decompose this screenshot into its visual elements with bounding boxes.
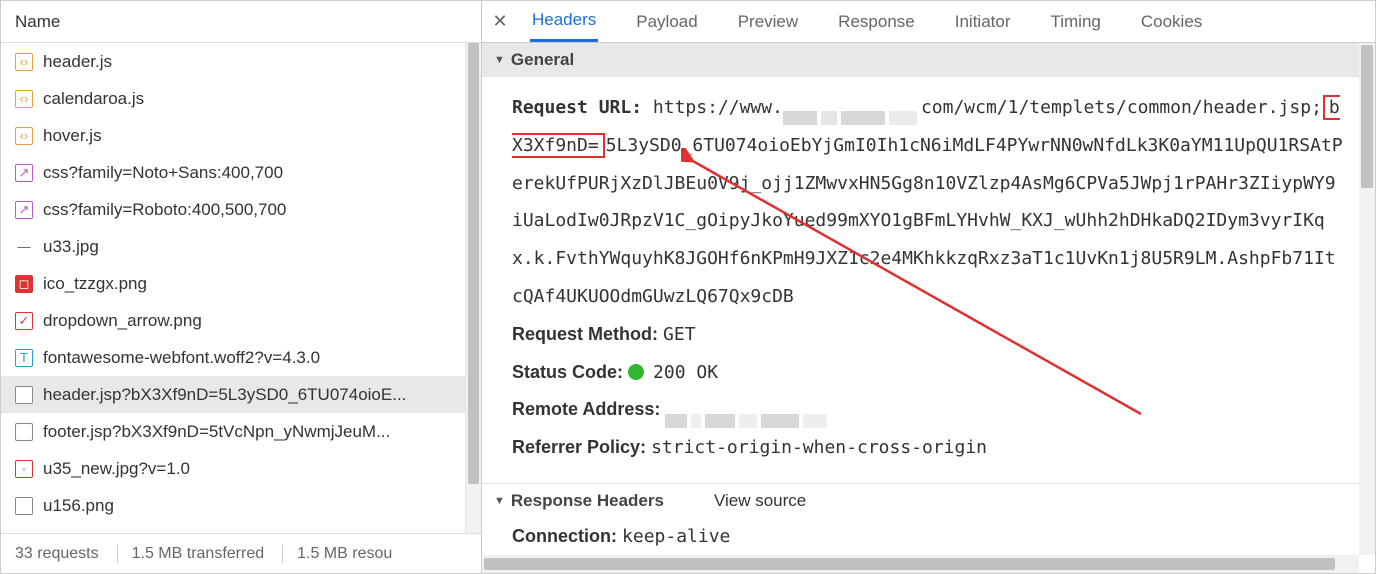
status-code-value: 200 OK <box>653 362 718 383</box>
thumb-file-icon: ▫ <box>15 460 33 478</box>
css-file-icon: ↗ <box>15 201 33 219</box>
file-name: css?family=Roboto:400,500,700 <box>43 200 286 220</box>
red-file-icon: ◻ <box>15 275 33 293</box>
tab-response[interactable]: Response <box>836 1 917 42</box>
remote-address-row: Remote Address: <box>512 391 1345 429</box>
right-scrollbar[interactable] <box>1359 43 1375 555</box>
tab-preview[interactable]: Preview <box>736 1 800 42</box>
left-scrollbar-thumb[interactable] <box>468 43 479 484</box>
transferred-size: 1.5 MB transferred <box>117 545 265 563</box>
font-file-icon: T <box>15 349 33 367</box>
request-method-value: GET <box>663 324 696 345</box>
file-item[interactable]: Tfontawesome-webfont.woff2?v=4.3.0 <box>1 339 481 376</box>
status-dot-icon <box>628 364 644 380</box>
file-name: header.jsp?bX3Xf9nD=5L3ySD0_6TU074oioE..… <box>43 385 406 405</box>
triangle-down-icon: ▼ <box>494 495 505 507</box>
request-method-label: Request Method: <box>512 324 658 344</box>
general-title: General <box>511 50 574 70</box>
url-mid: com/wcm/1/templets/common/header.jsp <box>921 97 1311 118</box>
file-item[interactable]: ‹› calendaroa.js <box>1 80 481 117</box>
detail-body: ▼ General Request URL: https://www. com/w… <box>482 43 1375 573</box>
file-name: css?family=Noto+Sans:400,700 <box>43 163 283 183</box>
status-code-label: Status Code: <box>512 362 623 382</box>
name-column-header[interactable]: Name <box>1 1 481 43</box>
tab-cookies[interactable]: Cookies <box>1139 1 1204 42</box>
doc-file-icon <box>15 386 33 404</box>
triangle-down-icon: ▼ <box>494 54 505 66</box>
js-file-icon: ‹› <box>15 53 33 71</box>
file-item[interactable]: u156.png <box>1 487 481 524</box>
file-item[interactable]: ✓ dropdown_arrow.png <box>1 302 481 339</box>
close-icon[interactable]: ✕ <box>490 12 510 32</box>
doc-file-icon <box>15 423 33 441</box>
horizontal-scrollbar[interactable] <box>482 555 1359 573</box>
check-file-icon: ✓ <box>15 312 33 330</box>
general-section-header[interactable]: ▼ General <box>482 43 1375 77</box>
file-name: dropdown_arrow.png <box>43 311 202 331</box>
request-detail-panel: ✕ Headers Payload Preview Response Initiator… <box>482 1 1375 573</box>
horizontal-scrollbar-thumb[interactable] <box>484 558 1335 570</box>
connection-value: keep-alive <box>622 526 730 547</box>
css-file-icon: ↗ <box>15 164 33 182</box>
detail-tabs: ✕ Headers Payload Preview Response Initiator… <box>482 1 1375 43</box>
file-item[interactable]: ‹› hover.js <box>1 117 481 154</box>
file-name: ico_tzzgx.png <box>43 274 147 294</box>
tab-timing[interactable]: Timing <box>1048 1 1102 42</box>
network-footer-summary: 33 requests 1.5 MB transferred 1.5 MB re… <box>1 533 481 573</box>
file-item[interactable]: ↗ css?family=Roboto:400,500,700 <box>1 191 481 228</box>
file-name: header.js <box>43 52 112 72</box>
file-name: calendaroa.js <box>43 89 144 109</box>
left-scrollbar[interactable] <box>465 43 481 533</box>
file-item[interactable]: ◻ ico_tzzgx.png <box>1 265 481 302</box>
request-method-row: Request Method: GET <box>512 316 1345 354</box>
file-name: u156.png <box>43 496 114 516</box>
js-file-icon: ‹› <box>15 90 33 108</box>
js-file-icon: ‹› <box>15 127 33 145</box>
status-code-row: Status Code: 200 OK <box>512 354 1345 392</box>
requests-count: 33 requests <box>15 545 99 563</box>
url-sep: ; <box>1311 97 1322 118</box>
file-name: hover.js <box>43 126 102 146</box>
redacted-host <box>783 99 921 117</box>
url-param-value: 5L3ySD0_6TU074oioEbYjGmI0Ih1cN6iMdLF4PYw… <box>512 135 1343 307</box>
connection-label: Connection: <box>512 526 617 546</box>
file-name: fontawesome-webfont.woff2?v=4.3.0 <box>43 348 320 368</box>
resources-size: 1.5 MB resou <box>282 545 392 563</box>
file-item[interactable]: ↗ css?family=Noto+Sans:400,700 <box>1 154 481 191</box>
general-section-content: Request URL: https://www. com/wcm/1/templ… <box>482 77 1375 483</box>
file-name: u35_new.jpg?v=1.0 <box>43 459 190 479</box>
network-file-list-panel: Name ‹› header.js ‹› calendaroa.js ‹› hover.j… <box>1 1 482 573</box>
tab-payload[interactable]: Payload <box>634 1 699 42</box>
tab-initiator[interactable]: Initiator <box>953 1 1013 42</box>
remote-address-label: Remote Address: <box>512 399 660 419</box>
file-name: footer.jsp?bX3Xf9nD=5tVcNpn_yNwmjJeuM... <box>43 422 390 442</box>
dash-file-icon: — <box>15 238 33 256</box>
tab-headers[interactable]: Headers <box>530 1 598 42</box>
file-item[interactable]: ▫ u35_new.jpg?v=1.0 <box>1 450 481 487</box>
view-source-link[interactable]: View source <box>714 491 806 511</box>
referrer-policy-row: Referrer Policy: strict-origin-when-cros… <box>512 429 1345 467</box>
file-item[interactable]: footer.jsp?bX3Xf9nD=5tVcNpn_yNwmjJeuM... <box>1 413 481 450</box>
file-item[interactable]: ‹› header.js <box>1 43 481 80</box>
redacted-remote-address <box>665 402 831 420</box>
request-url-label: Request URL: <box>512 97 642 118</box>
file-item[interactable]: header.jsp?bX3Xf9nD=5L3ySD0_6TU074oioE..… <box>1 376 481 413</box>
file-item[interactable]: — u33.jpg <box>1 228 481 265</box>
referrer-policy-value: strict-origin-when-cross-origin <box>651 437 987 458</box>
right-scrollbar-thumb[interactable] <box>1361 45 1373 188</box>
referrer-policy-label: Referrer Policy: <box>512 437 646 457</box>
response-headers-section-header[interactable]: ▼ Response Headers View source <box>482 483 1375 518</box>
request-url-row: Request URL: https://www. com/wcm/1/templ… <box>512 89 1345 316</box>
connection-row: Connection: keep-alive <box>512 518 1345 556</box>
blank-file-icon <box>15 497 33 515</box>
response-headers-title: Response Headers <box>511 491 664 511</box>
file-list: ‹› header.js ‹› calendaroa.js ‹› hover.js ↗ css… <box>1 43 481 533</box>
url-prefix: https://www. <box>653 97 783 118</box>
file-name: u33.jpg <box>43 237 99 257</box>
